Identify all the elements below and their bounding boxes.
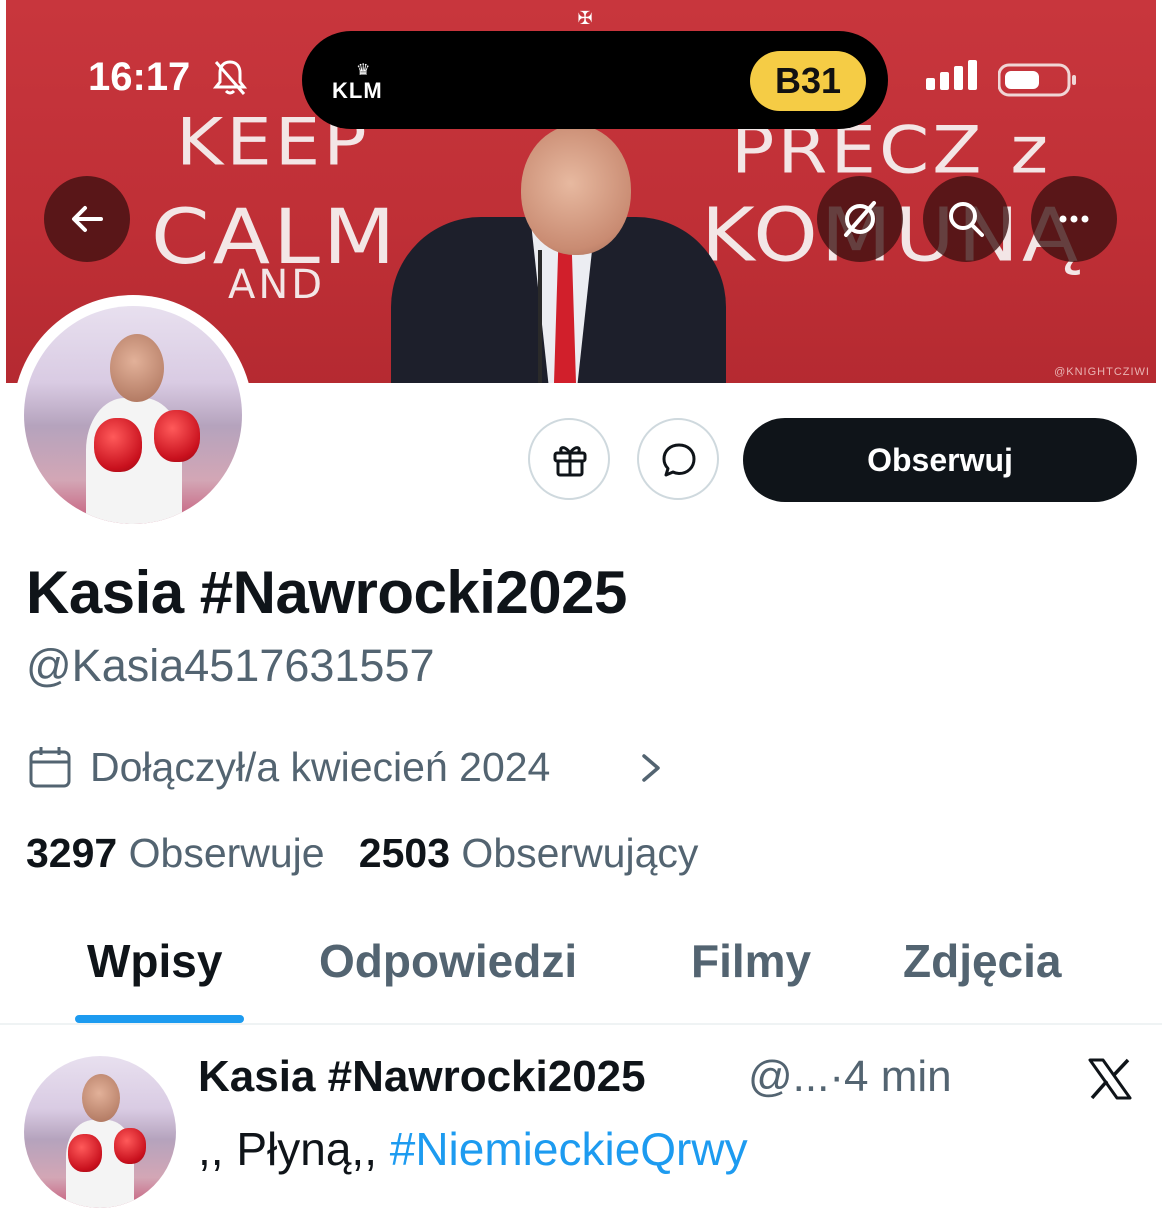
followers-label: Obserwujący xyxy=(461,830,699,876)
banner-text-and: AND xyxy=(228,262,326,308)
tabs-divider xyxy=(0,1023,1162,1025)
post-separator: · xyxy=(829,1052,844,1101)
search-button[interactable] xyxy=(923,176,1009,262)
x-logo-icon xyxy=(1088,1058,1132,1100)
active-tab-indicator xyxy=(75,1015,244,1023)
followers-count: 2503 xyxy=(358,830,451,876)
post-avatar[interactable] xyxy=(24,1056,176,1208)
tab-photos[interactable]: Zdjęcia xyxy=(903,934,1062,988)
following-label: Obserwuje xyxy=(128,830,325,876)
following-link[interactable]: 3297 Obserwuje xyxy=(26,830,325,876)
gate-badge: B31 xyxy=(750,51,866,111)
more-icon xyxy=(1059,215,1089,223)
post-time[interactable]: 4 min xyxy=(844,1052,952,1101)
banner-crown-icon: ✠ xyxy=(577,8,593,28)
gift-icon xyxy=(553,446,587,477)
translate-icon xyxy=(844,201,876,237)
signal-icon xyxy=(926,60,977,90)
gift-button[interactable] xyxy=(528,418,610,500)
post-text: ,, Płyną,, #NiemieckieQrwy xyxy=(198,1122,748,1176)
battery-icon xyxy=(998,63,1076,97)
more-button[interactable] xyxy=(1031,176,1117,262)
display-name: Kasia #Nawrocki2025 xyxy=(26,559,627,626)
klm-crown-icon: ♛ xyxy=(356,62,371,79)
follow-button[interactable]: Obserwuj xyxy=(743,418,1137,502)
bell-off-icon xyxy=(212,60,248,95)
post-hashtag-link[interactable]: #NiemieckieQrwy xyxy=(390,1123,748,1175)
joined-date[interactable]: Dołączył/a kwiecień 2024 xyxy=(90,744,550,791)
back-arrow-icon xyxy=(72,206,103,232)
post-author-handle[interactable]: @... xyxy=(748,1052,829,1101)
following-count: 3297 xyxy=(26,830,118,876)
post-text-prefix: ,, Płyną,, xyxy=(198,1123,377,1175)
calendar-icon xyxy=(29,747,71,788)
search-icon xyxy=(949,202,984,237)
handle: @Kasia4517631557 xyxy=(26,640,435,691)
follow-stats: 3297 Obserwuje 2503 Obserwujący xyxy=(26,830,698,877)
message-button[interactable] xyxy=(637,418,719,500)
tab-posts[interactable]: Wpisy xyxy=(87,934,222,988)
message-icon xyxy=(662,443,696,477)
banner-person-photo xyxy=(391,125,726,383)
translate-button[interactable] xyxy=(817,176,903,262)
tab-videos[interactable]: Filmy xyxy=(691,934,811,988)
followers-link[interactable]: 2503 Obserwujący xyxy=(359,830,699,876)
back-button[interactable] xyxy=(44,176,130,262)
banner-credit: @KNIGHTCZIWI xyxy=(1054,366,1150,378)
tab-replies[interactable]: Odpowiedzi xyxy=(319,934,577,988)
status-time: 16:17 xyxy=(88,55,191,99)
airline-logo: KLM xyxy=(332,78,383,103)
post-author-name[interactable]: Kasia #Nawrocki2025 xyxy=(198,1052,646,1102)
chevron-right-icon[interactable] xyxy=(636,748,666,788)
avatar[interactable] xyxy=(24,306,242,524)
post-meta: @...·4 min xyxy=(748,1052,952,1102)
